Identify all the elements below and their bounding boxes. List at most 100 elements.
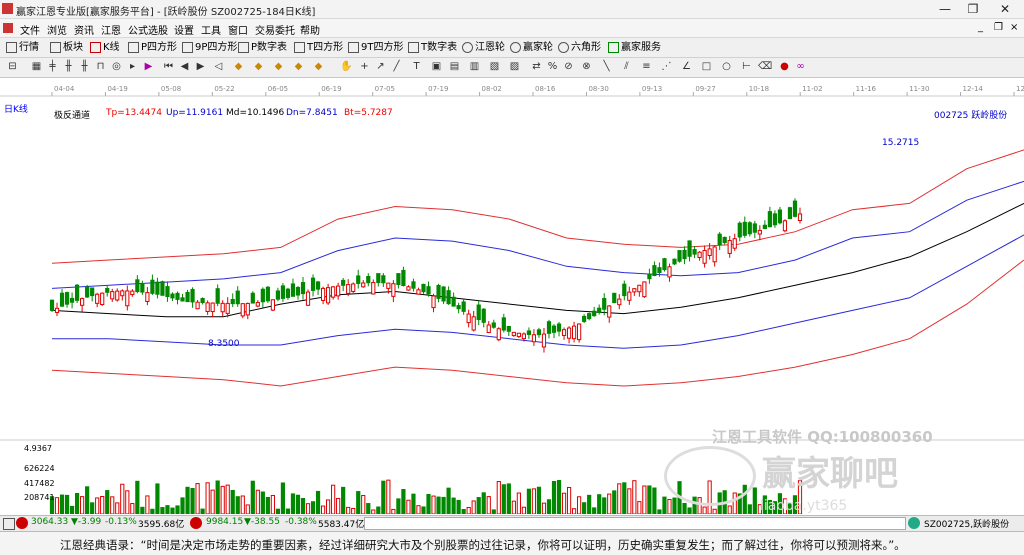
hexagon-button[interactable]: 六角形	[558, 40, 601, 55]
candle-body	[300, 282, 306, 295]
zoom-icon[interactable]: ◆	[232, 60, 245, 73]
menu-tools[interactable]: 工具	[201, 22, 221, 37]
sector-button[interactable]: 板块	[50, 40, 83, 55]
cursor-icon[interactable]: ⇄	[530, 60, 543, 73]
arrow-icon[interactable]: ↗	[374, 60, 387, 73]
mdi-restore-button[interactable]: ❐	[994, 22, 1003, 33]
box-icon[interactable]: □	[700, 60, 713, 73]
winner-service-button[interactable]: 赢家服务	[608, 40, 661, 55]
candle-body	[571, 325, 577, 340]
gann-fan-icon[interactable]: ⋰	[660, 60, 673, 73]
volume-bar	[95, 497, 100, 514]
ruler-icon[interactable]: ⊢	[740, 60, 753, 73]
kline-button[interactable]: K线	[90, 40, 120, 55]
winner-wheel-button[interactable]: 赢家轮	[510, 40, 553, 55]
p-square-button[interactable]: P四方形	[128, 40, 177, 55]
menu-browse[interactable]: 浏览	[47, 22, 67, 37]
volume-bar	[80, 496, 85, 514]
candle-body	[135, 279, 140, 293]
winner-wheel-icon	[510, 41, 521, 53]
candle-body	[476, 304, 481, 321]
period-icon[interactable]: ⊟	[6, 60, 19, 73]
menu-trade[interactable]: 交易委托	[255, 22, 295, 37]
first-icon[interactable]: ⏮	[162, 60, 175, 73]
mdi-close-button[interactable]: ×	[1010, 22, 1018, 33]
menu-file[interactable]: 文件	[20, 22, 40, 37]
crosshair-icon[interactable]: +	[358, 60, 371, 73]
candle-body	[270, 299, 275, 311]
menu-window[interactable]: 窗口	[228, 22, 248, 37]
parallel-icon[interactable]: ⫽	[620, 60, 633, 73]
channel-icon[interactable]: ≡	[640, 60, 653, 73]
grid-icon[interactable]: ▣	[430, 60, 443, 73]
maximize-button[interactable]: ❐	[958, 0, 988, 18]
cycle-icon[interactable]: ⊗	[580, 60, 593, 73]
volume-bar	[175, 505, 180, 514]
scroll-up-icon[interactable]: ◆	[292, 60, 305, 73]
volume-axis-1: 626224	[24, 464, 55, 473]
candle-body	[59, 292, 65, 307]
candle-body	[672, 258, 677, 265]
volume-bar	[200, 508, 205, 514]
9t-square-button[interactable]: 9T四方形	[348, 40, 403, 55]
erase-icon[interactable]: ⌫	[758, 60, 772, 73]
print-icon[interactable]: ▧	[488, 60, 501, 73]
trendline-icon[interactable]: ╱	[390, 60, 403, 73]
menu-settings[interactable]: 设置	[174, 22, 194, 37]
candle-body	[140, 283, 145, 293]
connection-icon	[908, 517, 920, 529]
volume-bar	[747, 504, 752, 514]
table-icon[interactable]: ▥	[468, 60, 481, 73]
infinity-icon[interactable]: ∞	[794, 60, 807, 73]
gann-wheel-button[interactable]: 江恩轮	[462, 40, 505, 55]
line-tool-icon[interactable]: ╲	[600, 60, 613, 73]
close-button[interactable]: ✕	[990, 0, 1020, 18]
candle-body	[295, 287, 301, 296]
indicator-icon[interactable]: ▦	[30, 60, 43, 73]
t-number-table-button[interactable]: T数字表	[408, 40, 457, 55]
menu-info[interactable]: 资讯	[74, 22, 94, 37]
line-icon[interactable]: ╫	[78, 60, 91, 73]
volume-bar	[516, 492, 521, 514]
angle-icon[interactable]: ∠	[680, 60, 693, 73]
t-square-button[interactable]: T四方形	[294, 40, 343, 55]
hand-icon[interactable]: ✋	[340, 60, 353, 73]
menu-help[interactable]: 帮助	[300, 22, 320, 37]
sz-index-icon	[190, 517, 202, 529]
sh-index-pct: -0.13%	[105, 517, 137, 527]
volume-bar	[546, 499, 552, 514]
draw-icon[interactable]: ⊓	[94, 60, 107, 73]
volume-axis-top: 4.9367	[24, 444, 52, 453]
window-icon[interactable]: ▨	[508, 60, 521, 73]
menu-formula[interactable]: 公式选股	[128, 22, 168, 37]
zoom-out-icon[interactable]: ◆	[272, 60, 285, 73]
9p-square-button[interactable]: 9P四方形	[182, 40, 237, 55]
high-annotation: 15.2715	[882, 138, 920, 148]
volume-bar	[647, 485, 652, 514]
nav-icon[interactable]: ▸	[126, 60, 139, 73]
chart-area[interactable]: 04-04 04-19 05-08 05-22 06-05 06-19 07-05 07-19…	[0, 78, 1024, 514]
prev-icon[interactable]: ◀	[178, 60, 191, 73]
horizontal-scrollbar[interactable]	[364, 517, 906, 530]
zoom-in-icon[interactable]: ◆	[252, 60, 265, 73]
tool-icon[interactable]: ◎	[110, 60, 123, 73]
volume-bar	[411, 493, 416, 514]
bar-icon[interactable]: ╪	[46, 60, 59, 73]
shrink-icon[interactable]: ◁	[212, 60, 225, 73]
scroll-down-icon[interactable]: ◆	[312, 60, 325, 73]
circle-icon[interactable]: ○	[720, 60, 733, 73]
candle-icon[interactable]: ╫	[62, 60, 75, 73]
mark-icon[interactable]: ▶	[142, 60, 155, 73]
calc-icon[interactable]: ▤	[448, 60, 461, 73]
status-grid-icon[interactable]	[3, 518, 15, 530]
color-icon[interactable]: ●	[778, 60, 791, 73]
percent-icon[interactable]: %	[546, 60, 559, 73]
p-number-table-button[interactable]: P数字表	[238, 40, 287, 55]
quote-button[interactable]: 行情	[6, 40, 39, 55]
mdi-minimize-button[interactable]: _	[978, 22, 983, 33]
menu-gann[interactable]: 江恩	[101, 22, 121, 37]
text-icon[interactable]: T	[410, 60, 423, 73]
fib-icon[interactable]: ⊘	[562, 60, 575, 73]
minimize-button[interactable]: —	[930, 0, 960, 18]
next-icon[interactable]: ▶	[194, 60, 207, 73]
